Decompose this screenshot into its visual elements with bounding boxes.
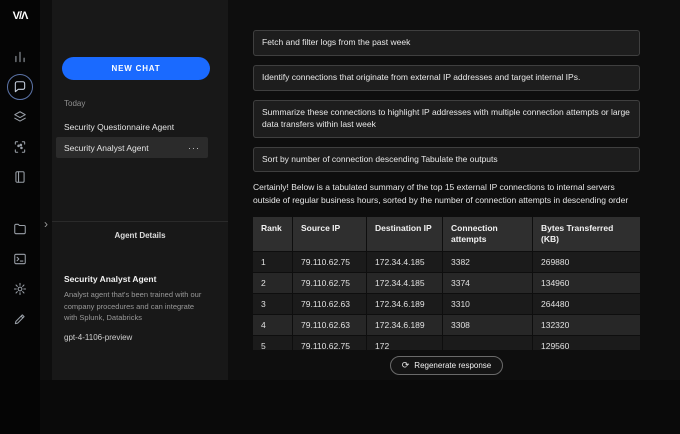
- chat-history-section-label: Today: [64, 99, 85, 108]
- cell-rank: 1: [253, 252, 293, 272]
- column-header: Source IP: [293, 217, 367, 251]
- chat-item-menu-icon[interactable]: ···: [188, 143, 200, 153]
- cell-source-ip: 79.110.62.75: [293, 336, 367, 350]
- cell-destination-ip: 172.34.6.189: [367, 294, 443, 314]
- conversation: Fetch and filter logs from the past week…: [253, 30, 640, 350]
- cell-connection-attempts: 3310: [443, 294, 533, 314]
- model-icon[interactable]: [7, 134, 33, 160]
- analytics-icon[interactable]: [7, 44, 33, 70]
- cell-rank: 3: [253, 294, 293, 314]
- column-header: Rank: [253, 217, 293, 251]
- folder-icon[interactable]: [7, 216, 33, 242]
- notebook-icon[interactable]: [7, 164, 33, 190]
- refresh-icon: ⟳: [402, 360, 410, 371]
- table-row: 1 79.110.62.75 172.34.4.185 3382 269880: [253, 251, 640, 272]
- column-header: Connection attempts: [443, 217, 533, 251]
- cell-source-ip: 79.110.62.75: [293, 273, 367, 293]
- cell-destination-ip: 172.34.6.189: [367, 315, 443, 335]
- cell-bytes-transferred: 264480: [533, 294, 640, 314]
- chat-item-label: Security Analyst Agent: [64, 143, 149, 153]
- settings-icon[interactable]: [7, 276, 33, 302]
- app-window: V/Λ › NEW CHAT Today: [0, 0, 680, 434]
- cell-bytes-transferred: 129560: [533, 336, 640, 350]
- cell-connection-attempts: [443, 336, 533, 350]
- table-row: 3 79.110.62.63 172.34.6.189 3310 264480: [253, 293, 640, 314]
- cell-connection-attempts: 3374: [443, 273, 533, 293]
- sidebar-collapse-toggle[interactable]: ›: [40, 212, 52, 236]
- agent-model-name: gpt-4-1106-preview: [64, 333, 132, 342]
- agent-name: Security Analyst Agent: [64, 274, 156, 284]
- user-message: Fetch and filter logs from the past week: [253, 30, 640, 56]
- cell-source-ip: 79.110.62.63: [293, 315, 367, 335]
- agent-details-heading: Agent Details: [52, 231, 228, 240]
- cell-connection-attempts: 3382: [443, 252, 533, 272]
- icon-rail: V/Λ: [0, 0, 40, 434]
- sidebar-divider: [52, 221, 228, 222]
- column-header: Bytes Transferred (KB): [533, 217, 640, 251]
- app-logo: V/Λ: [13, 10, 28, 22]
- cell-rank: 2: [253, 273, 293, 293]
- regenerate-response-button[interactable]: ⟳ Regenerate response: [390, 356, 504, 375]
- table-row: 2 79.110.62.75 172.34.4.185 3374 134960: [253, 272, 640, 293]
- user-message: Summarize these connections to highlight…: [253, 100, 640, 138]
- chat-icon[interactable]: [7, 74, 33, 100]
- cell-rank: 5: [253, 336, 293, 350]
- edit-icon[interactable]: [7, 306, 33, 332]
- cell-connection-attempts: 3308: [443, 315, 533, 335]
- column-header: Destination IP: [367, 217, 443, 251]
- table-header-row: Rank Source IP Destination IP Connection…: [253, 217, 640, 251]
- chat-list-item-security-questionnaire-agent[interactable]: Security Questionnaire Agent: [56, 116, 208, 137]
- sidebar: NEW CHAT Today Security Questionnaire Ag…: [52, 0, 228, 380]
- chat-main-area: Fetch and filter logs from the past week…: [228, 0, 680, 434]
- cell-bytes-transferred: 134960: [533, 273, 640, 293]
- chat-item-label: Security Questionnaire Agent: [64, 122, 174, 132]
- cell-bytes-transferred: 269880: [533, 252, 640, 272]
- table-row: 5 79.110.62.75 172 129560: [253, 335, 640, 350]
- cell-source-ip: 79.110.62.75: [293, 252, 367, 272]
- cell-rank: 4: [253, 315, 293, 335]
- bottom-bar: [40, 380, 680, 434]
- terminal-icon[interactable]: [7, 246, 33, 272]
- cell-destination-ip: 172.34.4.185: [367, 252, 443, 272]
- user-message: Identify connections that originate from…: [253, 65, 640, 91]
- new-chat-button[interactable]: NEW CHAT: [62, 57, 210, 80]
- cell-bytes-transferred: 132320: [533, 315, 640, 335]
- chat-list-item-security-analyst-agent[interactable]: Security Analyst Agent ···: [56, 137, 208, 158]
- regenerate-container: ⟳ Regenerate response: [253, 356, 640, 375]
- regenerate-label: Regenerate response: [414, 361, 491, 370]
- cell-source-ip: 79.110.62.63: [293, 294, 367, 314]
- user-message: Sort by number of connection descending …: [253, 147, 640, 173]
- table-row: 4 79.110.62.63 172.34.6.189 3308 132320: [253, 314, 640, 335]
- agent-description: Analyst agent that's been trained with o…: [64, 289, 209, 324]
- cell-destination-ip: 172.34.4.185: [367, 273, 443, 293]
- layers-icon[interactable]: [7, 104, 33, 130]
- cell-destination-ip: 172: [367, 336, 443, 350]
- results-table: Rank Source IP Destination IP Connection…: [253, 217, 640, 350]
- assistant-response-text: Certainly! Below is a tabulated summary …: [253, 181, 640, 207]
